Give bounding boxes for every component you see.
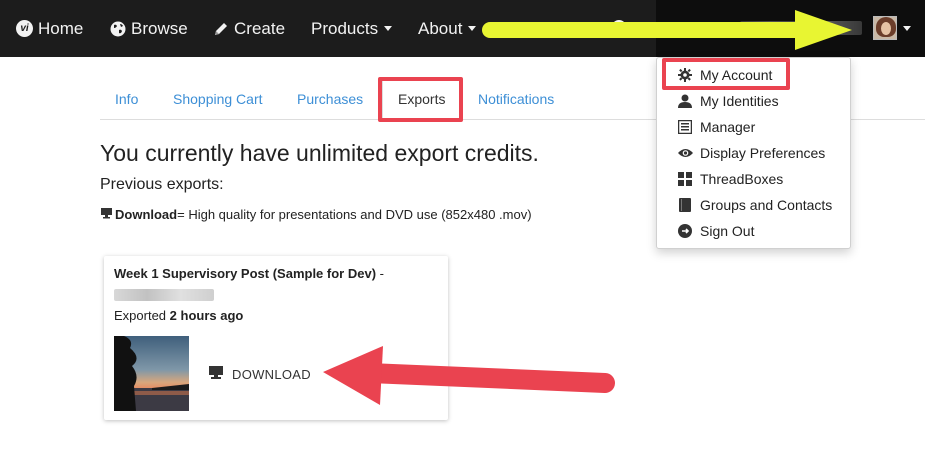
tab-shopping-cart[interactable]: Shopping Cart xyxy=(158,77,278,120)
download-legend-label: Download xyxy=(115,207,178,222)
menu-item-sign-out[interactable]: Sign Out xyxy=(657,218,852,244)
download-button[interactable]: DOWNLOAD xyxy=(208,365,311,383)
tab-notifications[interactable]: Notifications xyxy=(463,77,569,120)
page-headline: You currently have unlimited export cred… xyxy=(100,140,539,166)
nav-about[interactable]: About xyxy=(418,0,477,57)
export-card: Week 1 Supervisory Post (Sample for Dev)… xyxy=(104,256,448,420)
export-title: Week 1 Supervisory Post (Sample for Dev)… xyxy=(114,266,384,281)
monitor-icon xyxy=(100,207,113,222)
download-legend-text: = High quality for presentations and DVD… xyxy=(177,207,532,222)
export-thumbnail[interactable] xyxy=(114,336,189,411)
nav-home-label: Home xyxy=(38,18,84,38)
nav-create[interactable]: Create xyxy=(213,0,285,57)
nav-browse[interactable]: Browse xyxy=(110,0,188,57)
export-author-blurred xyxy=(114,289,214,301)
user-dropdown-menu: My Account My Identities Manager Display… xyxy=(656,57,851,249)
user-name-blurred xyxy=(740,21,862,35)
chevron-down-icon xyxy=(384,26,393,31)
menu-item-my-identities[interactable]: My Identities xyxy=(657,88,852,114)
nav-create-label: Create xyxy=(234,18,286,38)
download-legend: Download = High quality for presentation… xyxy=(100,207,532,222)
user-menu-chevron-icon[interactable] xyxy=(903,26,911,31)
nav-about-label: About xyxy=(418,18,463,38)
nav-home[interactable]: vi Home xyxy=(16,0,83,57)
nav-products-label: Products xyxy=(311,18,379,38)
export-timestamp: Exported 2 hours ago xyxy=(114,308,244,323)
menu-item-threadboxes[interactable]: ThreadBoxes xyxy=(657,166,852,192)
download-label: DOWNLOAD xyxy=(232,366,311,382)
user-icon xyxy=(677,93,693,109)
menu-item-manager[interactable]: Manager xyxy=(657,114,852,140)
pencil-icon xyxy=(213,21,229,37)
sign-out-icon xyxy=(677,223,693,239)
globe-icon xyxy=(110,21,126,37)
book-icon xyxy=(677,197,693,213)
user-avatar[interactable] xyxy=(873,16,897,40)
help-icon[interactable] xyxy=(612,20,626,34)
top-navbar: vi Home Browse Create Products About xyxy=(0,0,925,57)
nav-products[interactable]: Products xyxy=(311,0,393,57)
eye-icon xyxy=(677,145,693,161)
nav-browse-label: Browse xyxy=(131,18,188,38)
menu-item-groups-and-contacts[interactable]: Groups and Contacts xyxy=(657,192,852,218)
tab-exports[interactable]: Exports xyxy=(382,77,462,121)
grid-icon xyxy=(677,171,693,187)
tab-purchases[interactable]: Purchases xyxy=(282,77,378,120)
logo-icon: vi xyxy=(16,20,33,37)
list-icon xyxy=(677,119,693,135)
menu-item-my-account[interactable]: My Account xyxy=(657,62,852,88)
monitor-icon xyxy=(208,365,224,383)
previous-exports-heading: Previous exports: xyxy=(100,176,224,193)
menu-item-display-preferences[interactable]: Display Preferences xyxy=(657,140,852,166)
chevron-down-icon xyxy=(468,26,477,31)
gear-icon xyxy=(677,67,693,83)
tab-info[interactable]: Info xyxy=(100,77,153,120)
